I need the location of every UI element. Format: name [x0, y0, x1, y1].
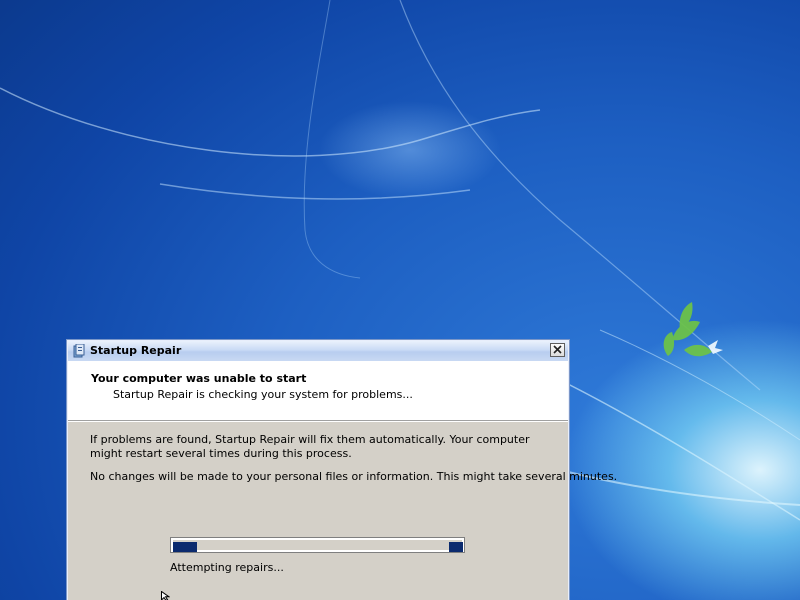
- progress-status: Attempting repairs...: [170, 561, 284, 574]
- close-icon: [553, 345, 562, 354]
- progress-bar: [170, 537, 465, 553]
- close-button[interactable]: [550, 343, 565, 357]
- window-title: Startup Repair: [90, 344, 182, 357]
- leaf-decoration: [663, 302, 712, 357]
- divider: [68, 421, 568, 422]
- body-paragraph-1: If problems are found, Startup Repair wi…: [90, 433, 530, 460]
- header-subtitle: Startup Repair is checking your system f…: [113, 388, 413, 401]
- startup-repair-icon: [73, 344, 85, 358]
- header-title: Your computer was unable to start: [91, 372, 307, 385]
- title-bar[interactable]: Startup Repair: [68, 341, 568, 361]
- body-paragraph-2: No changes will be made to your personal…: [90, 470, 618, 483]
- progress-track: [172, 539, 463, 552]
- startup-repair-dialog: Startup Repair Your computer was unable …: [66, 339, 618, 600]
- mouse-cursor-icon: [161, 591, 170, 600]
- progress-marquee-block: [173, 542, 197, 552]
- progress-marquee-block: [449, 542, 463, 552]
- header-panel: Your computer was unable to start Startu…: [68, 361, 568, 421]
